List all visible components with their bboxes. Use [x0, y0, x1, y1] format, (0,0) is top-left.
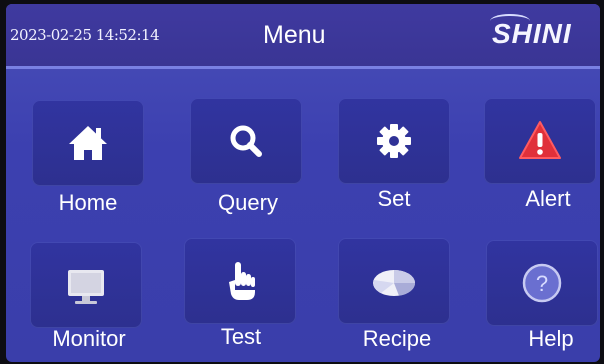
- hand-pointer-icon: [229, 262, 255, 300]
- test-label: Test: [220, 324, 262, 349]
- alert-label: Alert: [525, 186, 571, 211]
- brand-logo: SHINI: [492, 18, 572, 49]
- monitor-label: Monitor: [52, 326, 126, 351]
- help-button[interactable]: ?: [486, 240, 598, 326]
- home-icon: [69, 126, 107, 160]
- datetime-display: 2023-02-25 14:52:14: [10, 26, 160, 44]
- header-bar: 2023-02-25 14:52:14 Menu SHINI: [6, 4, 600, 66]
- query-label: Query: [218, 190, 278, 215]
- query-button[interactable]: [190, 98, 302, 184]
- help-icon: ?: [522, 263, 562, 303]
- touch-screen: 2023-02-25 14:52:14 Menu SHINI Home Quer…: [6, 4, 600, 362]
- monitor-icon: [68, 270, 104, 304]
- header-divider: [6, 66, 600, 69]
- set-button[interactable]: [338, 98, 450, 184]
- home-label: Home: [58, 190, 118, 215]
- set-label: Set: [377, 186, 411, 211]
- home-button[interactable]: [32, 100, 144, 186]
- warning-icon: [519, 121, 561, 159]
- recipe-label: Recipe: [362, 326, 432, 351]
- test-button[interactable]: [184, 238, 296, 324]
- recipe-button[interactable]: [338, 238, 450, 324]
- search-icon: [230, 125, 262, 157]
- help-label: Help: [528, 326, 574, 351]
- page-title: Menu: [263, 21, 326, 49]
- monitor-button[interactable]: [30, 242, 142, 328]
- svg-text:?: ?: [536, 271, 548, 296]
- pie-chart-icon: [373, 270, 416, 296]
- alert-button[interactable]: [484, 98, 596, 184]
- gear-icon: [377, 124, 411, 158]
